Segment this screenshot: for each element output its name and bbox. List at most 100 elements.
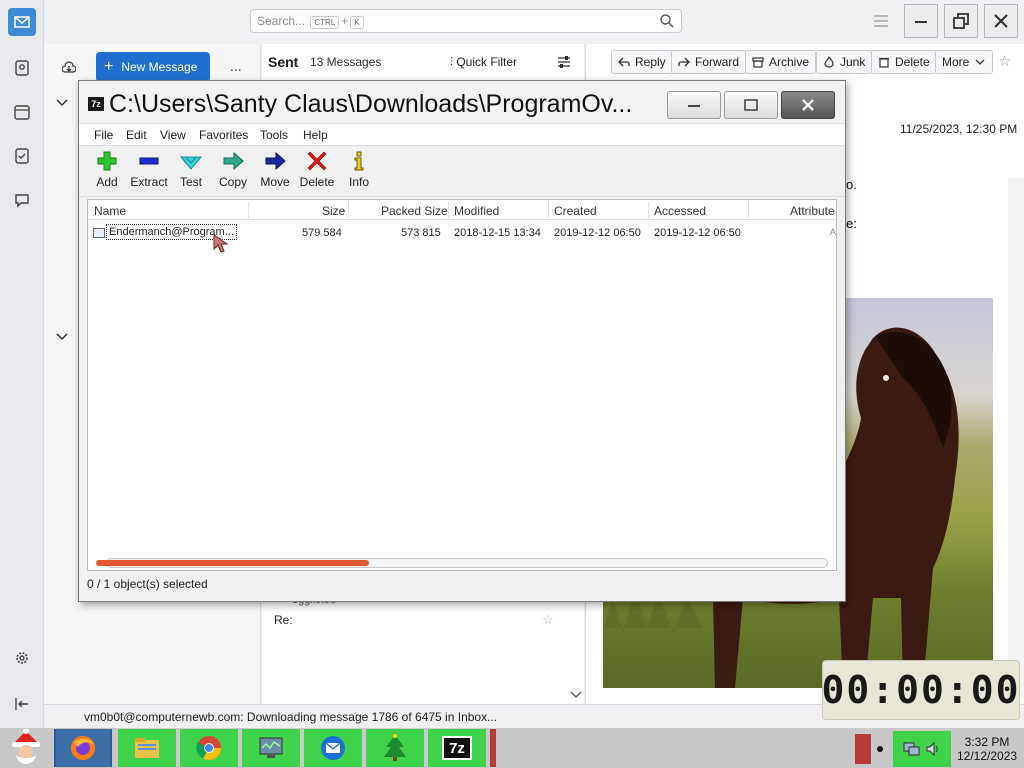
chevron-down-icon[interactable] — [56, 332, 68, 342]
mail-space-button[interactable] — [8, 8, 36, 36]
menu-view[interactable]: View — [160, 128, 186, 142]
close-icon — [802, 99, 814, 111]
tb-close-button[interactable] — [984, 4, 1018, 38]
column-packed-size[interactable]: Packed Size — [381, 204, 448, 218]
new-message-label: New Message — [121, 60, 198, 74]
clock[interactable]: 3:32 PM 12/12/2023 — [951, 735, 1017, 763]
menu-file[interactable]: File — [94, 128, 113, 142]
test-label: Test — [179, 175, 202, 189]
reply-button[interactable]: Reply — [611, 50, 673, 74]
column-separator[interactable] — [448, 202, 449, 218]
menu-favorites[interactable]: Favorites — [199, 128, 248, 142]
add-button[interactable]: Add — [85, 150, 129, 194]
delete-button[interactable]: Delete — [295, 150, 339, 194]
chat-icon — [15, 194, 29, 208]
volume-icon[interactable] — [925, 741, 941, 757]
star-icon[interactable]: ☆ — [542, 612, 554, 628]
tb-restore-button[interactable] — [944, 4, 978, 38]
folder-pane-menu-button[interactable]: ... — [230, 58, 242, 74]
tb-minimize-button[interactable] — [904, 4, 938, 38]
spaces-toolbar — [0, 0, 44, 728]
info-button[interactable]: Info — [337, 150, 381, 194]
copy-arrow-icon — [223, 151, 244, 171]
column-name[interactable]: Name — [94, 204, 126, 218]
app-menu-icon[interactable] — [873, 14, 889, 28]
scroll-down-icon[interactable] — [570, 690, 582, 700]
more-button[interactable]: More — [935, 50, 994, 74]
settings-button[interactable] — [8, 644, 36, 672]
chrome-icon — [196, 736, 221, 761]
column-separator[interactable] — [548, 202, 549, 218]
column-separator[interactable] — [648, 202, 649, 218]
taskbar-chrome[interactable] — [180, 729, 238, 767]
sevenzip-close-button[interactable] — [781, 91, 835, 119]
file-accessed: 2019-12-12 06:50 — [654, 227, 741, 239]
taskbar-7zip[interactable]: 7z — [428, 729, 486, 767]
horizontal-scrollbar-thumb[interactable] — [96, 560, 369, 566]
sevenzip-logo-icon: 7z — [88, 97, 104, 111]
taskbar-explorer[interactable] — [118, 729, 176, 767]
copy-button[interactable]: Copy — [211, 150, 255, 194]
network-icon[interactable] — [903, 741, 921, 757]
column-attribute[interactable]: Attribute — [790, 204, 835, 218]
check-icon — [180, 156, 202, 170]
junk-button[interactable]: Junk — [816, 50, 873, 74]
chat-button[interactable] — [8, 186, 36, 214]
junk-label: Junk — [840, 55, 866, 69]
info-icon — [354, 151, 364, 171]
sevenzip-maximize-button[interactable] — [724, 91, 778, 119]
extract-button[interactable]: Extract — [127, 150, 171, 194]
taskbar-separator — [490, 729, 496, 767]
column-separator[interactable] — [248, 202, 249, 218]
start-button[interactable] — [0, 728, 52, 768]
column-separator[interactable] — [748, 202, 749, 218]
column-modified[interactable]: Modified — [454, 204, 499, 218]
test-button[interactable]: Test — [169, 150, 213, 194]
thread-options-icon[interactable] — [556, 54, 572, 70]
junk-icon — [824, 56, 834, 68]
calendar-button[interactable] — [8, 98, 36, 126]
info-label: Info — [348, 175, 369, 189]
minimize-icon — [915, 21, 927, 23]
gear-icon — [16, 652, 28, 664]
taskbar-task-manager[interactable] — [242, 729, 300, 767]
tray-icons[interactable] — [893, 730, 951, 767]
column-size[interactable]: Size — [322, 204, 345, 218]
column-accessed[interactable]: Accessed — [654, 204, 706, 218]
menu-edit[interactable]: Edit — [126, 128, 147, 142]
address-book-button[interactable] — [8, 54, 36, 82]
tasks-button[interactable] — [8, 142, 36, 170]
thread-row-re[interactable]: Re: — [274, 613, 293, 627]
search-shortcut-k: K — [350, 16, 364, 29]
taskbar-thunderbird[interactable] — [304, 729, 362, 767]
delete-message-button[interactable]: Delete — [871, 50, 937, 74]
quick-filter-button[interactable]: ⫶ Quick Filter — [450, 55, 517, 70]
sevenzip-window: 7z C:\Users\Santy Claus\Downloads\Progra… — [78, 80, 846, 602]
forward-button[interactable]: Forward — [671, 50, 747, 74]
column-created[interactable]: Created — [554, 204, 597, 218]
sevenzip-titlebar[interactable]: 7z C:\Users\Santy Claus\Downloads\Progra… — [79, 81, 845, 123]
chevron-down-icon[interactable] — [56, 98, 68, 108]
message-body-text: o. — [846, 177, 857, 192]
column-separator[interactable] — [348, 202, 349, 218]
taskbar-firefox[interactable] — [54, 729, 112, 767]
get-messages-icon[interactable] — [62, 60, 76, 74]
tray-indicator[interactable] — [855, 733, 871, 764]
new-message-button[interactable]: + New Message — [96, 52, 210, 82]
reply-icon — [618, 57, 630, 67]
star-icon[interactable]: ☆ — [998, 52, 1011, 70]
search-shortcut-plus: + — [341, 14, 349, 28]
file-list[interactable]: Name Size Packed Size Modified Created A… — [87, 199, 837, 571]
taskbar-tree-app[interactable] — [366, 729, 424, 767]
menu-help[interactable]: Help — [303, 128, 328, 142]
message-date: 11/25/2023, 12:30 PM — [900, 122, 1018, 136]
archive-button[interactable]: Archive — [745, 50, 817, 74]
delete-label: Delete — [895, 55, 930, 69]
move-button[interactable]: Move — [253, 150, 297, 194]
message-body-text: e: — [846, 216, 857, 231]
global-search-input[interactable]: Search... CTRL + K — [250, 9, 682, 33]
menu-tools[interactable]: Tools — [260, 128, 288, 142]
message-scrollbar[interactable] — [1008, 178, 1024, 698]
collapse-spaces-button[interactable] — [8, 690, 36, 718]
sevenzip-minimize-button[interactable] — [667, 91, 721, 119]
